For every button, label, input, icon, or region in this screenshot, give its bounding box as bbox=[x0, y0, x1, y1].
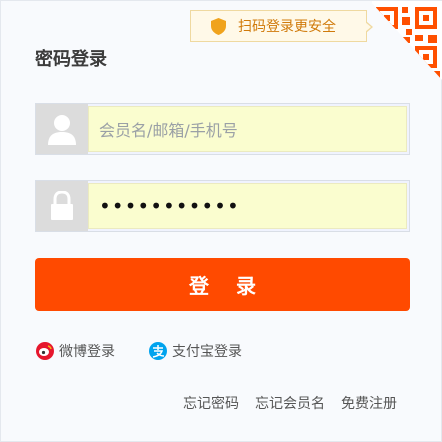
login-button[interactable]: 登 录 bbox=[35, 258, 410, 311]
register-link[interactable]: 免费注册 bbox=[341, 393, 397, 413]
password-input[interactable]: ••••••••••• bbox=[88, 183, 407, 229]
weibo-login-label: 微博登录 bbox=[59, 344, 115, 360]
forgot-password-link[interactable]: 忘记密码 bbox=[183, 393, 239, 413]
alipay-login-label: 支付宝登录 bbox=[172, 344, 242, 360]
weibo-icon bbox=[36, 342, 54, 360]
shield-icon bbox=[211, 17, 226, 35]
user-icon bbox=[36, 104, 88, 154]
username-field[interactable]: 会员名/邮箱/手机号 bbox=[35, 103, 410, 155]
forgot-username-link[interactable]: 忘记会员名 bbox=[255, 393, 325, 413]
help-links: 忘记密码 忘记会员名 免费注册 bbox=[183, 393, 397, 413]
weibo-login-link[interactable]: 微博登录 bbox=[35, 341, 115, 361]
lock-icon bbox=[36, 181, 88, 231]
alipay-login-link[interactable]: 支付宝登录 bbox=[148, 341, 242, 361]
page-title: 密码登录 bbox=[35, 49, 107, 70]
login-panel: 扫码登录更安全 密码登录 会员名/邮箱/手机号 ••••••••••• 登 录 … bbox=[0, 0, 442, 442]
qr-login-tip[interactable]: 扫码登录更安全 bbox=[190, 10, 373, 42]
password-field[interactable]: ••••••••••• bbox=[35, 180, 410, 232]
username-input[interactable]: 会员名/邮箱/手机号 bbox=[88, 106, 407, 152]
qr-code-icon[interactable] bbox=[370, 1, 442, 81]
alipay-icon bbox=[149, 342, 167, 360]
qr-tip-text: 扫码登录更安全 bbox=[238, 19, 336, 35]
